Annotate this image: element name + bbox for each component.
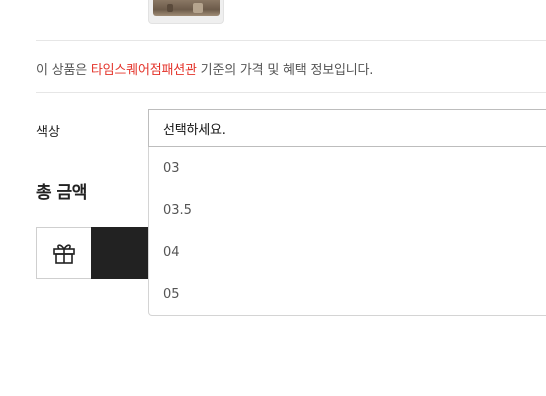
- gift-icon: [53, 244, 75, 264]
- color-option-label: 색상: [36, 125, 60, 140]
- total-price-label: 총 금액: [36, 183, 87, 203]
- color-option-item[interactable]: 03.5: [163, 203, 192, 218]
- divider-top: [36, 40, 546, 41]
- gift-button[interactable]: [36, 227, 92, 279]
- notice-suffix: 기준의 가격 및 혜택 정보입니다.: [196, 63, 374, 78]
- color-select-value: 선택하세요.: [163, 122, 226, 138]
- color-select[interactable]: 선택하세요.: [148, 109, 546, 147]
- color-options-list: 03 03.5 04 05: [148, 146, 546, 316]
- notice-prefix: 이 상품은: [36, 63, 91, 78]
- notice-store-name: 타임스퀘어점패션관: [90, 63, 197, 78]
- divider-middle: [36, 92, 546, 93]
- store-notice: 이 상품은 타임스퀘어점패션관 기준의 가격 및 혜택 정보입니다.: [36, 59, 373, 78]
- color-option-item[interactable]: 03: [163, 161, 180, 176]
- product-option-panel: 이 상품은 타임스퀘어점패션관 기준의 가격 및 혜택 정보입니다. 색상 총 …: [0, 0, 546, 396]
- color-option-item[interactable]: 04: [163, 245, 180, 260]
- color-option-item[interactable]: 05: [163, 287, 180, 302]
- product-thumbnail[interactable]: [148, 0, 224, 24]
- bag-image: [153, 0, 220, 16]
